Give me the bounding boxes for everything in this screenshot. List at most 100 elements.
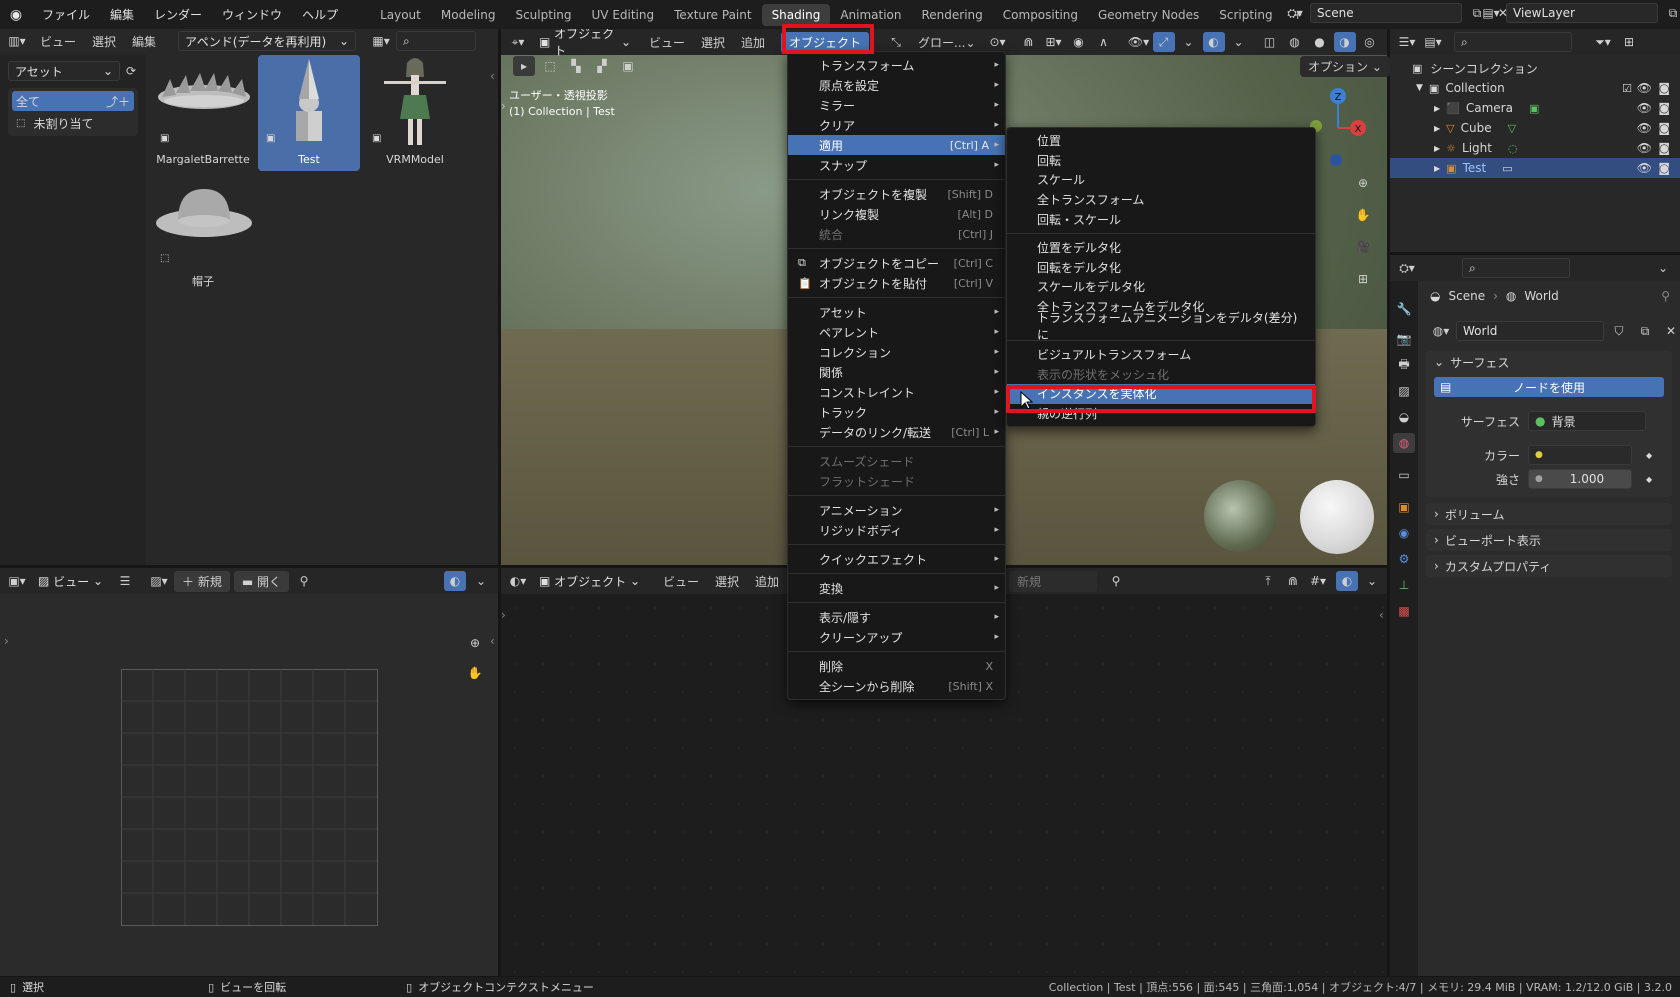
expand-arrow-icon[interactable]: › <box>4 634 9 648</box>
menu-item[interactable]: リンク複製 [Alt] D <box>788 204 1005 224</box>
menu-item[interactable]: スナップ ▸ <box>788 155 1005 175</box>
catalog-item-unassigned[interactable]: ⬚ 未割り当て <box>12 113 134 133</box>
workspace-tab[interactable]: UV Editing <box>582 4 665 26</box>
new-image-button[interactable]: ＋ 新規 <box>174 570 230 592</box>
menu-item[interactable]: 位置 <box>1007 131 1315 151</box>
camera-render-icon[interactable]: ◙ <box>1658 141 1670 155</box>
view-layer-tab-icon[interactable]: ▨ <box>1393 381 1415 401</box>
tool-tab-icon[interactable]: 🔧 <box>1393 299 1415 319</box>
eye-icon[interactable]: 👁 <box>1637 101 1652 115</box>
outliner-item[interactable]: ▶ ▣ Test ▭ 👁 ◙ <box>1390 158 1680 178</box>
scene-field[interactable]: Scene <box>1310 3 1462 23</box>
menu-item[interactable]: ファイル <box>32 6 100 23</box>
asset-tile-selected[interactable]: ▣ Test <box>258 55 360 171</box>
chevron-down-icon[interactable]: ⌄ <box>1652 258 1674 278</box>
eye-icon[interactable]: 👁 <box>1637 121 1652 135</box>
new-viewlayer-icon[interactable]: ⧉ <box>1662 3 1680 23</box>
falloff-icon[interactable]: ∧ <box>1093 32 1115 52</box>
menu-item[interactable]: 回転・スケール <box>1007 209 1315 229</box>
hand-pan-icon[interactable]: ✋ <box>462 660 488 686</box>
unlink-icon[interactable]: ✕ <box>1660 321 1680 341</box>
outliner-item[interactable]: ▶ ☼ Light ◌ 👁 ◙ <box>1390 138 1680 158</box>
blender-logo-icon[interactable]: ◉ <box>0 7 32 23</box>
parent-node-tree-icon[interactable]: ⤒ <box>1257 571 1279 591</box>
menu-item[interactable]: 削除 X <box>788 656 1005 676</box>
output-tab-icon[interactable]: 🖶 <box>1393 355 1415 375</box>
proportional-edit-icon[interactable]: ◉ <box>1068 32 1090 52</box>
color-field[interactable]: ● <box>1528 445 1632 465</box>
orientation-dropdown[interactable]: グロー...⌄ <box>910 32 984 53</box>
menu-item[interactable]: 適用 [Ctrl] A ▸ <box>788 135 1005 155</box>
solid-shading-icon[interactable]: ● <box>1309 32 1331 52</box>
menu-item[interactable]: レンダー <box>144 6 212 23</box>
snap-icon[interactable]: ⋒ <box>1282 571 1304 591</box>
menu-item[interactable]: 親の逆行列 <box>1007 404 1315 424</box>
scene-browse-icon[interactable]: ⛭▾ <box>1284 3 1306 23</box>
expand-arrow-icon[interactable]: ▶ <box>1434 124 1440 133</box>
constraints-tab-icon[interactable]: ⚙ <box>1393 549 1415 569</box>
object-menu-button[interactable]: オブジェクト <box>781 31 870 53</box>
workspace-tab[interactable]: Animation <box>830 4 911 26</box>
menu-item[interactable]: クリア ▸ <box>788 115 1005 135</box>
camera-render-icon[interactable]: ◙ <box>1658 161 1670 175</box>
strength-field[interactable]: ● 1.000 <box>1528 469 1632 489</box>
menu-item[interactable]: ⧉ オブジェクトをコピー [Ctrl] C <box>788 253 1005 273</box>
surface-shader-field[interactable]: ● 背景 <box>1528 411 1646 431</box>
rendered-shading-icon[interactable]: ◎ <box>1359 32 1381 52</box>
data-tab-icon[interactable]: ⊥ <box>1393 575 1415 595</box>
options-dropdown[interactable]: オプション ⌄ <box>1300 56 1390 77</box>
expand-arrow-icon[interactable]: ▼ <box>1416 83 1423 93</box>
header-menu-item[interactable]: ビュー <box>32 31 84 52</box>
expand-arrow-icon[interactable]: ▶ <box>1434 164 1440 173</box>
collapse-arrow-icon[interactable]: ‹ <box>490 69 495 83</box>
workspace-tab[interactable]: Shading <box>761 3 831 26</box>
render-tab-icon[interactable]: 📷 <box>1393 329 1415 349</box>
menu-item[interactable]: 編集 <box>100 6 144 23</box>
view-mode-dropdown[interactable]: ▨ ビュー ⌄ <box>32 571 110 591</box>
volume-panel[interactable]: › ボリューム <box>1426 503 1672 525</box>
expand-arrow-icon[interactable]: ▶ <box>1434 144 1440 153</box>
menu-item[interactable]: データのリンク/転送 [Ctrl] L ▸ <box>788 422 1005 442</box>
collection-tab-icon[interactable]: ▭ <box>1393 465 1415 485</box>
menu-item[interactable]: 📋 オブジェクトを貼付 [Ctrl] V <box>788 273 1005 293</box>
editor-type-icon[interactable]: ▣▾ <box>6 571 28 591</box>
visibility-icon[interactable]: 👁▾ <box>1128 32 1150 52</box>
workspace-tab[interactable]: Rendering <box>912 4 993 26</box>
mode-dropdown[interactable]: ▣ オブジェクト ⌄ <box>533 29 637 58</box>
wireframe-shading-icon[interactable]: ◍ <box>1284 32 1306 52</box>
use-nodes-button[interactable]: ▤ ノードを使用 <box>1434 377 1664 397</box>
menu-item[interactable]: トランスフォーム ▸ <box>788 55 1005 75</box>
header-menu-item[interactable]: 選択 <box>707 571 747 592</box>
menu-item[interactable]: 表示/隠す ▸ <box>788 607 1005 627</box>
select-extend-icon[interactable]: ▚ <box>565 56 587 76</box>
pin-icon[interactable]: ⚲ <box>1105 571 1127 591</box>
new-collection-icon[interactable]: ⊞ <box>1618 32 1640 52</box>
menu-item[interactable]: ミラー ▸ <box>788 95 1005 115</box>
menu-item[interactable]: ペアレント ▸ <box>788 322 1005 342</box>
outliner-search-input[interactable]: ⌕ <box>1454 32 1572 52</box>
overlay-icon[interactable]: ◐ <box>1202 32 1225 52</box>
eye-icon[interactable]: 👁 <box>1637 141 1652 155</box>
menu-item[interactable]: ウィンドウ <box>212 6 292 23</box>
menu-item[interactable]: トランスフォームアニメーションをデルタ(差分)に <box>1007 311 1315 342</box>
hand-pan-icon[interactable]: ✋ <box>1350 202 1376 228</box>
checkbox-icon[interactable]: ☑ <box>1622 82 1632 95</box>
world-tab-icon[interactable]: ◍ <box>1393 433 1415 453</box>
overlay-dropdown-icon[interactable]: ⌄ <box>1228 32 1250 52</box>
zoom-icon[interactable]: ⊕ <box>462 630 488 656</box>
scene-tab-icon[interactable]: ◒ <box>1393 407 1415 427</box>
workspace-tab[interactable]: Scripting <box>1209 4 1282 26</box>
header-menu-item[interactable]: 選択 <box>84 31 124 52</box>
camera-render-icon[interactable]: ◙ <box>1658 101 1670 115</box>
workspace-tab[interactable]: Sculpting <box>505 4 581 26</box>
open-image-button[interactable]: ▬ 開く <box>233 570 290 592</box>
select-subtract-icon[interactable]: ▞ <box>591 56 613 76</box>
menu-item[interactable]: アニメーション ▸ <box>788 500 1005 520</box>
editor-type-icon[interactable]: ⌖▾ <box>507 32 529 52</box>
camera-view-icon[interactable]: 🎥 <box>1350 234 1376 260</box>
menu-item[interactable]: ビジュアルトランスフォーム <box>1007 345 1315 365</box>
fake-user-shield-icon[interactable]: ⛉ <box>1608 321 1630 341</box>
menu-item[interactable]: コレクション ▸ <box>788 342 1005 362</box>
chevron-down-icon[interactable]: ⌄ <box>470 571 492 591</box>
asset-library-dropdown[interactable]: アセット ⌄ <box>8 61 120 81</box>
